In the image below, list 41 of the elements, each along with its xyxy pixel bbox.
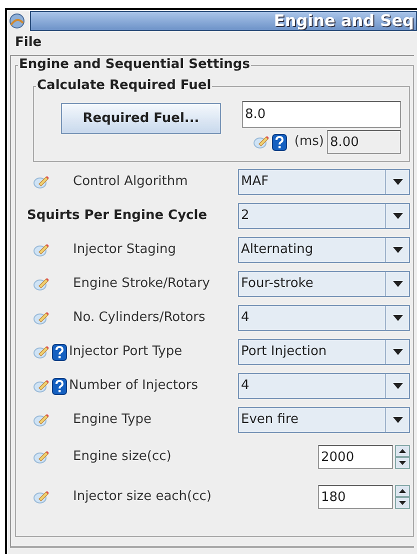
- window-title: Engine and Seq: [274, 12, 415, 30]
- edit-pencil-icon[interactable]: [33, 311, 49, 325]
- unit-label: (ms): [294, 133, 324, 152]
- dropdown[interactable]: 4: [238, 305, 410, 331]
- dropdown[interactable]: 4: [238, 373, 410, 399]
- edit-pencil-icon[interactable]: [33, 277, 49, 291]
- field-label: Control Algorithm: [73, 173, 188, 192]
- group-title: Calculate Required Fuel: [36, 77, 212, 95]
- help-icon[interactable]: [52, 344, 67, 360]
- dropdown[interactable]: Even fire: [238, 407, 410, 433]
- required-fuel-field[interactable]: 8.0: [242, 101, 401, 128]
- field-label: Number of Injectors: [69, 377, 198, 396]
- menu-item[interactable]: File: [15, 33, 42, 53]
- edit-pencil-icon[interactable]: [33, 490, 49, 504]
- spinner-arrows-icon[interactable]: [395, 445, 410, 469]
- field-label: Engine size(cc): [73, 448, 172, 466]
- edit-pencil-icon[interactable]: [33, 175, 49, 189]
- field-label: Injector Port Type: [69, 343, 182, 362]
- field-label: No. Cylinders/Rotors: [73, 309, 206, 328]
- edit-pencil-icon[interactable]: [33, 450, 49, 464]
- help-icon[interactable]: [52, 378, 67, 394]
- number-field[interactable]: 180: [318, 485, 393, 509]
- spinner-arrows-icon[interactable]: [395, 485, 410, 509]
- required-fuel-button[interactable]: Required Fuel...: [61, 103, 221, 134]
- field-label: Engine Type: [73, 411, 152, 430]
- dropdown[interactable]: MAF: [238, 169, 410, 195]
- edit-pencil-icon[interactable]: [33, 413, 49, 427]
- help-icon[interactable]: [272, 134, 288, 150]
- group-title: Engine and Sequential Settings: [18, 56, 251, 74]
- field-label: Injector Staging: [73, 241, 176, 260]
- edit-pencil-icon[interactable]: [33, 243, 49, 257]
- dropdown[interactable]: Alternating: [238, 237, 410, 263]
- dropdown[interactable]: Four-stroke: [238, 271, 410, 297]
- dropdown[interactable]: 2: [238, 203, 410, 229]
- fuel-result-field[interactable]: 8.00: [327, 130, 401, 154]
- app-icon: [8, 12, 26, 30]
- field-label: Squirts Per Engine Cycle: [27, 207, 208, 226]
- field-label: Injector size each(cc): [73, 488, 212, 506]
- number-field[interactable]: 2000: [318, 445, 393, 469]
- field-label: Engine Stroke/Rotary: [73, 275, 210, 294]
- dropdown[interactable]: Port Injection: [238, 339, 410, 365]
